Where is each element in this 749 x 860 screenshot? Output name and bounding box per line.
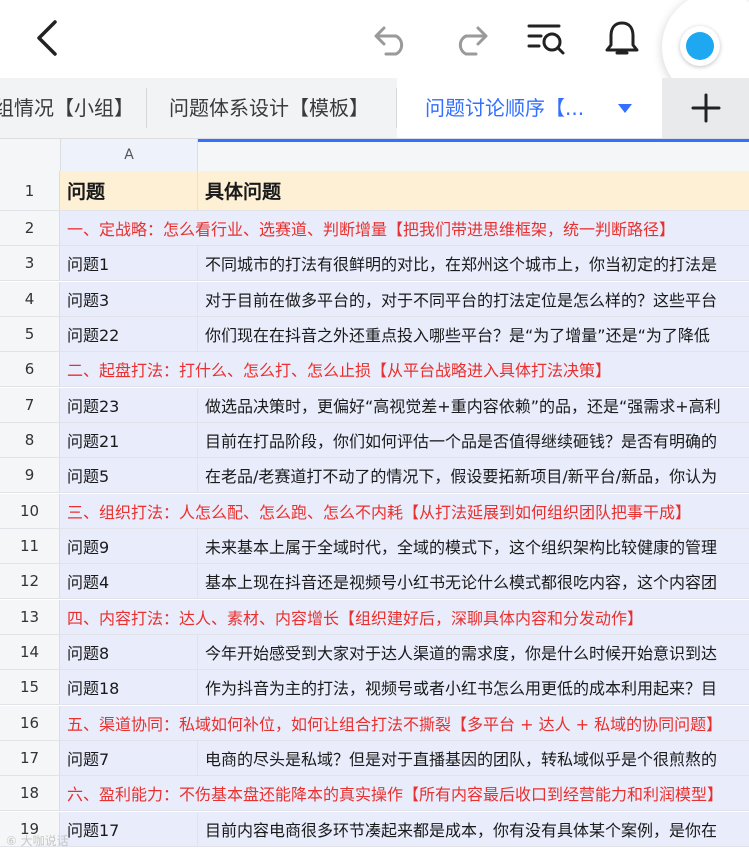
row-number[interactable]: 16 <box>0 705 60 740</box>
bell-icon[interactable] <box>598 14 646 62</box>
row-number[interactable]: 13 <box>0 599 60 634</box>
watermark-text: ⑥ 大咖说话 <box>6 834 69 848</box>
header-row: 1 问题 具体问题 <box>0 171 749 211</box>
row-number[interactable]: 18 <box>0 776 60 811</box>
row-number[interactable]: 3 <box>0 246 60 281</box>
question-id-cell[interactable]: 问题17 <box>61 811 198 846</box>
question-id-cell[interactable]: 问题18 <box>61 670 198 705</box>
table-row: 5 问题22 你们现在在抖音之外还重点投入哪些平台？是“为了增量”还是“为了降低 <box>0 317 749 352</box>
section-title-cell[interactable]: 四、内容打法：达人、素材、内容增长【组织建好后，深聊具体内容和分发动作】 <box>61 600 749 634</box>
section-title-cell[interactable]: 三、组织打法：人怎么配、怎么跑、怎么不内耗【从打法延展到如何组织团队把事干成】 <box>61 494 749 528</box>
question-id-cell[interactable]: 问题9 <box>61 529 198 563</box>
table-row: 4 问题3 对于目前在做多平台的，对于不同平台的打法定位是怎么样的？这些平台 <box>0 281 749 317</box>
row-number[interactable]: 8 <box>0 423 60 457</box>
row-number[interactable]: 5 <box>0 317 60 351</box>
table-row: 14 问题8 今年开始感受到大家对于达人渠道的需求度，你是什么时候开始意识到达 <box>0 635 749 670</box>
question-detail-cell[interactable]: 电商的尽头是私域？但是对于直播基因的团队，转私域似乎是个很煎熬的 <box>198 741 749 775</box>
question-id-cell[interactable]: 问题3 <box>61 281 198 316</box>
question-detail-cell[interactable]: 目前内容电商很多环节凑起来都是成本，你有没有具体某个案例，是你在 <box>198 812 749 846</box>
question-id-cell[interactable]: 问题22 <box>61 317 198 351</box>
column-header: A <box>0 139 749 172</box>
question-id-cell[interactable]: 问题1 <box>61 246 198 281</box>
question-detail-cell[interactable]: 目前在打品阶段，你们如何评估一个品是否值得继续砸钱？是否有明确的 <box>198 423 749 457</box>
section-row: 18 六、盈利能力：不伤基本盘还能降本的真实操作【所有内容最后收口到经营能力和利润… <box>0 776 749 812</box>
table-row: 3 问题1 不同城市的打法有很鲜明的对比，在郑州这个城市上，你当初定的打法是 <box>0 246 749 282</box>
chevron-down-icon[interactable] <box>618 104 632 113</box>
question-id-cell[interactable]: 问题21 <box>61 423 198 457</box>
back-icon[interactable] <box>24 14 72 62</box>
question-id-cell[interactable]: 问题7 <box>61 741 198 775</box>
section-row: 10 三、组织打法：人怎么配、怎么跑、怎么不内耗【从打法延展到如何组织团队把事干成… <box>0 493 749 529</box>
select-all-corner[interactable] <box>0 139 61 171</box>
avatar[interactable] <box>680 26 720 66</box>
header-cell-detail[interactable]: 具体问题 <box>198 171 749 210</box>
question-id-cell[interactable]: 问题23 <box>61 387 198 422</box>
row-number[interactable]: 14 <box>0 635 60 669</box>
question-id-cell[interactable]: 问题5 <box>61 458 198 493</box>
table-row: 12 问题4 基本上现在抖音还是视频号小红书无论什么模式都很吃内容，这个内容团 <box>0 564 749 600</box>
section-title-cell[interactable]: 六、盈利能力：不伤基本盘还能降本的真实操作【所有内容最后收口到经营能力和利润模型… <box>61 776 749 810</box>
add-sheet-button[interactable] <box>662 78 749 138</box>
question-detail-cell[interactable]: 未来基本上属于全域时代，全域的模式下，这个组织架构比较健康的管理 <box>198 529 749 563</box>
plus-icon <box>691 93 720 123</box>
tab-label: 问题体系设计【模板】 <box>169 96 369 120</box>
question-detail-cell[interactable]: 基本上现在抖音还是视频号小红书无论什么模式都很吃内容，这个内容团 <box>198 564 749 598</box>
section-row: 2 一、定战略：怎么看行业、选赛道、判断增量【把我们带进思维框架，统一判断路径】 <box>0 211 749 246</box>
question-detail-cell[interactable]: 今年开始感受到大家对于达人渠道的需求度，你是什么时候开始意识到达 <box>198 635 749 669</box>
row-number[interactable]: 11 <box>0 529 60 563</box>
section-title-cell[interactable]: 二、起盘打法：打什么、怎么打、怎么止损【从平台战略进入具体打法决策】 <box>61 352 749 386</box>
table-row: 9 问题5 在老品/老赛道打不动了的情况下，假设要拓新项目/新平台/新品，你认为 <box>0 458 749 494</box>
question-detail-cell[interactable]: 在老品/老赛道打不动了的情况下，假设要拓新项目/新平台/新品，你认为 <box>198 458 749 492</box>
section-title-cell[interactable]: 五、渠道协同：私域如何补位，如何让组合打法不撕裂【多平台 + 达人 + 私域的协… <box>61 706 749 740</box>
question-detail-cell[interactable]: 作为抖音为主的打法，视频号或者小红书怎么用更低的成本利用起来？目 <box>198 670 749 704</box>
row-number[interactable]: 6 <box>0 352 60 387</box>
row-number[interactable]: 15 <box>0 670 60 705</box>
table-row: 15 问题18 作为抖音为主的打法，视频号或者小红书怎么用更低的成本利用起来？目 <box>0 670 749 706</box>
row-number[interactable]: 10 <box>0 493 60 528</box>
tab-group-status[interactable]: 组情况【小组】 <box>0 78 144 138</box>
undo-icon[interactable] <box>368 14 416 62</box>
question-detail-cell[interactable]: 做选品决策时，更偏好“高视觉差+重内容依赖”的品，还是“强需求+高利 <box>198 388 749 422</box>
table-row: 11 问题9 未来基本上属于全域时代，全域的模式下，这个组织架构比较健康的管理 <box>0 529 749 564</box>
question-detail-cell[interactable]: 不同城市的打法有很鲜明的对比，在郑州这个城市上，你当初定的打法是 <box>198 246 749 280</box>
header-cell-question[interactable]: 问题 <box>61 171 198 210</box>
section-title-cell[interactable]: 一、定战略：怎么看行业、选赛道、判断增量【把我们带进思维框架，统一判断路径】 <box>61 211 749 245</box>
table-row: 19 问题17 目前内容电商很多环节凑起来都是成本，你有没有具体某个案例，是你在 <box>0 811 749 847</box>
tab-label: 组情况【小组】 <box>0 96 134 120</box>
table-row: 17 问题7 电商的尽头是私域？但是对于直播基因的团队，转私域似乎是个很煎熬的 <box>0 741 749 776</box>
row-number[interactable]: 4 <box>0 281 60 316</box>
column-a-header[interactable]: A <box>61 139 198 171</box>
question-detail-cell[interactable]: 你们现在在抖音之外还重点投入哪些平台？是“为了增量”还是“为了降低 <box>198 317 749 351</box>
section-row: 13 四、内容打法：达人、素材、内容增长【组织建好后，深聊具体内容和分发动作】 <box>0 599 749 635</box>
table-row: 8 问题21 目前在打品阶段，你们如何评估一个品是否值得继续砸钱？是否有明确的 <box>0 423 749 458</box>
row-number[interactable]: 17 <box>0 741 60 775</box>
row-number[interactable]: 12 <box>0 564 60 599</box>
section-row: 16 五、渠道协同：私域如何补位，如何让组合打法不撕裂【多平台 + 达人 + 私域… <box>0 705 749 741</box>
top-toolbar <box>0 0 749 102</box>
section-row: 6 二、起盘打法：打什么、怎么打、怎么止损【从平台战略进入具体打法决策】 <box>0 352 749 388</box>
row-number[interactable]: 7 <box>0 387 60 422</box>
question-id-cell[interactable]: 问题8 <box>61 635 198 669</box>
row-number[interactable]: 1 <box>0 171 60 210</box>
table-row: 7 问题23 做选品决策时，更偏好“高视觉差+重内容依赖”的品，还是“强需求+高利 <box>0 387 749 423</box>
redo-icon[interactable] <box>446 14 494 62</box>
row-number[interactable]: 2 <box>0 211 60 245</box>
sheet-tabs: 组情况【小组】 问题体系设计【模板】 问题讨论顺序【... <box>0 78 749 139</box>
column-b-header[interactable] <box>198 139 749 171</box>
row-number[interactable]: 9 <box>0 458 60 493</box>
question-id-cell[interactable]: 问题4 <box>61 564 198 599</box>
search-list-icon[interactable] <box>522 14 570 62</box>
question-detail-cell[interactable]: 对于目前在做多平台的，对于不同平台的打法定位是怎么样的？这些平台 <box>198 282 749 316</box>
tab-question-system[interactable]: 问题体系设计【模板】 <box>147 78 395 138</box>
tab-label: 问题讨论顺序【... <box>425 96 585 120</box>
